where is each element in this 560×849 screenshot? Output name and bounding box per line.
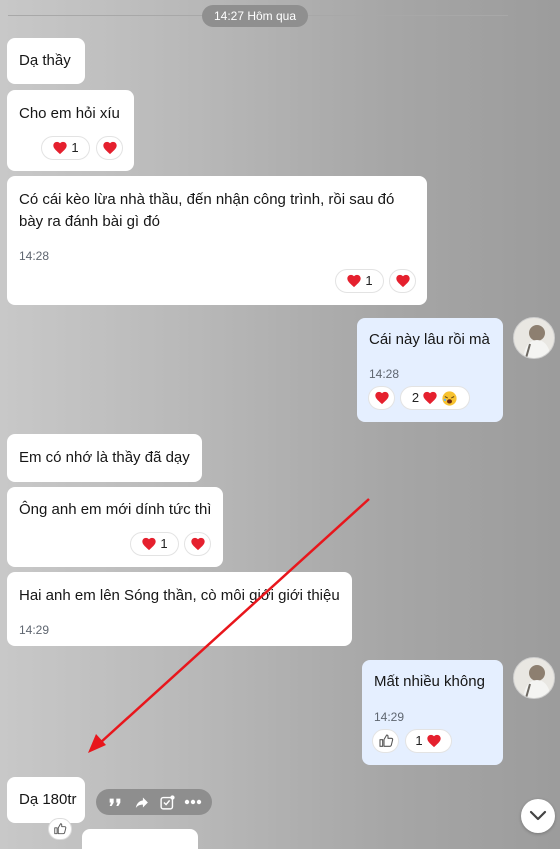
reaction-count: 1 [365, 273, 373, 288]
message-text-line: Có cái kèo lừa nhà thầu, đến nhận công t… [19, 191, 395, 208]
chevron-down-icon [529, 810, 547, 821]
quote-icon [109, 798, 121, 806]
reaction-count: 1 [71, 140, 79, 155]
divider-line-left [8, 15, 202, 16]
avatar-image [514, 658, 554, 698]
heart-icon [102, 140, 118, 156]
heart-icon [141, 536, 157, 552]
share-button[interactable] [131, 792, 151, 812]
laughing-face-icon [442, 390, 457, 406]
quote-button[interactable] [105, 792, 125, 812]
react-button[interactable] [96, 136, 123, 160]
message-text: Dạ thầy [19, 52, 71, 69]
scroll-to-bottom-button[interactable] [521, 799, 555, 833]
message-text-line: bày ra đánh bài gì đó [19, 213, 160, 230]
message-bubble[interactable]: Ông anh em mới dính tức thì 1 [7, 487, 223, 567]
message-bubble [82, 829, 198, 849]
divider-line-right [308, 15, 508, 16]
message-text: Hai anh em lên Sóng thần, cò môi giới gi… [19, 587, 340, 604]
react-button[interactable] [368, 386, 395, 410]
message-bubble[interactable]: Dạ 180tr [7, 777, 85, 823]
message-text: Ông anh em mới dính tức thì [19, 501, 212, 518]
message-bubble[interactable]: Em có nhớ là thầy đã dạy [7, 434, 202, 482]
date-divider: 14:27 Hôm qua [202, 5, 308, 27]
like-button[interactable] [372, 729, 399, 753]
message-time: 14:28 [19, 249, 50, 263]
react-button[interactable] [184, 532, 211, 556]
more-button[interactable] [183, 792, 203, 812]
message-text: Em có nhớ là thầy đã dạy [19, 449, 190, 466]
message-text: Cái này lâu rồi mà [369, 331, 490, 348]
message-bubble[interactable]: Cho em hỏi xíu 1 [7, 90, 134, 171]
message-bubble-mine[interactable]: Mất nhiều không 14:29 1 [362, 660, 503, 765]
message-text: Cho em hỏi xíu [19, 105, 120, 122]
message-text: Mất nhiều không [374, 673, 485, 690]
message-bubble[interactable]: Có cái kèo lừa nhà thầu, đến nhận công t… [7, 176, 427, 305]
reaction-summary[interactable]: 1 [41, 136, 90, 160]
mark-task-icon [159, 794, 175, 810]
message-bubble[interactable]: Hai anh em lên Sóng thần, cò môi giới gi… [7, 572, 352, 646]
thumbs-up-icon [53, 822, 67, 836]
heart-icon [395, 273, 411, 289]
like-button[interactable] [48, 818, 72, 840]
mark-task-button[interactable] [157, 792, 177, 812]
reaction-count: 2 [411, 390, 420, 405]
avatar[interactable] [513, 317, 555, 359]
thumbs-up-icon [378, 733, 394, 749]
message-bubble[interactable]: Dạ thầy [7, 38, 85, 84]
reaction-count: 1 [415, 733, 423, 748]
avatar[interactable] [513, 657, 555, 699]
heart-icon [190, 536, 206, 552]
message-time: 14:28 [369, 367, 400, 381]
heart-icon [52, 140, 68, 156]
heart-icon [374, 390, 390, 406]
reaction-summary[interactable]: 1 [130, 532, 179, 556]
heart-icon [346, 273, 362, 289]
reaction-summary[interactable]: 1 [335, 269, 384, 293]
reaction-summary[interactable]: 1 [405, 729, 452, 753]
message-time: 14:29 [374, 710, 405, 724]
avatar-image [514, 318, 554, 358]
message-text: Dạ 180tr [19, 791, 77, 808]
message-time: 14:29 [19, 623, 50, 637]
message-action-toolbar [96, 789, 212, 815]
heart-icon [422, 390, 438, 406]
reaction-summary[interactable]: 2 [400, 386, 470, 410]
more-icon [184, 799, 202, 805]
heart-icon [426, 733, 442, 749]
message-bubble-mine[interactable]: Cái này lâu rồi mà 14:28 2 [357, 318, 503, 422]
reaction-count: 1 [160, 536, 168, 551]
react-button[interactable] [389, 269, 416, 293]
share-icon [135, 797, 148, 808]
